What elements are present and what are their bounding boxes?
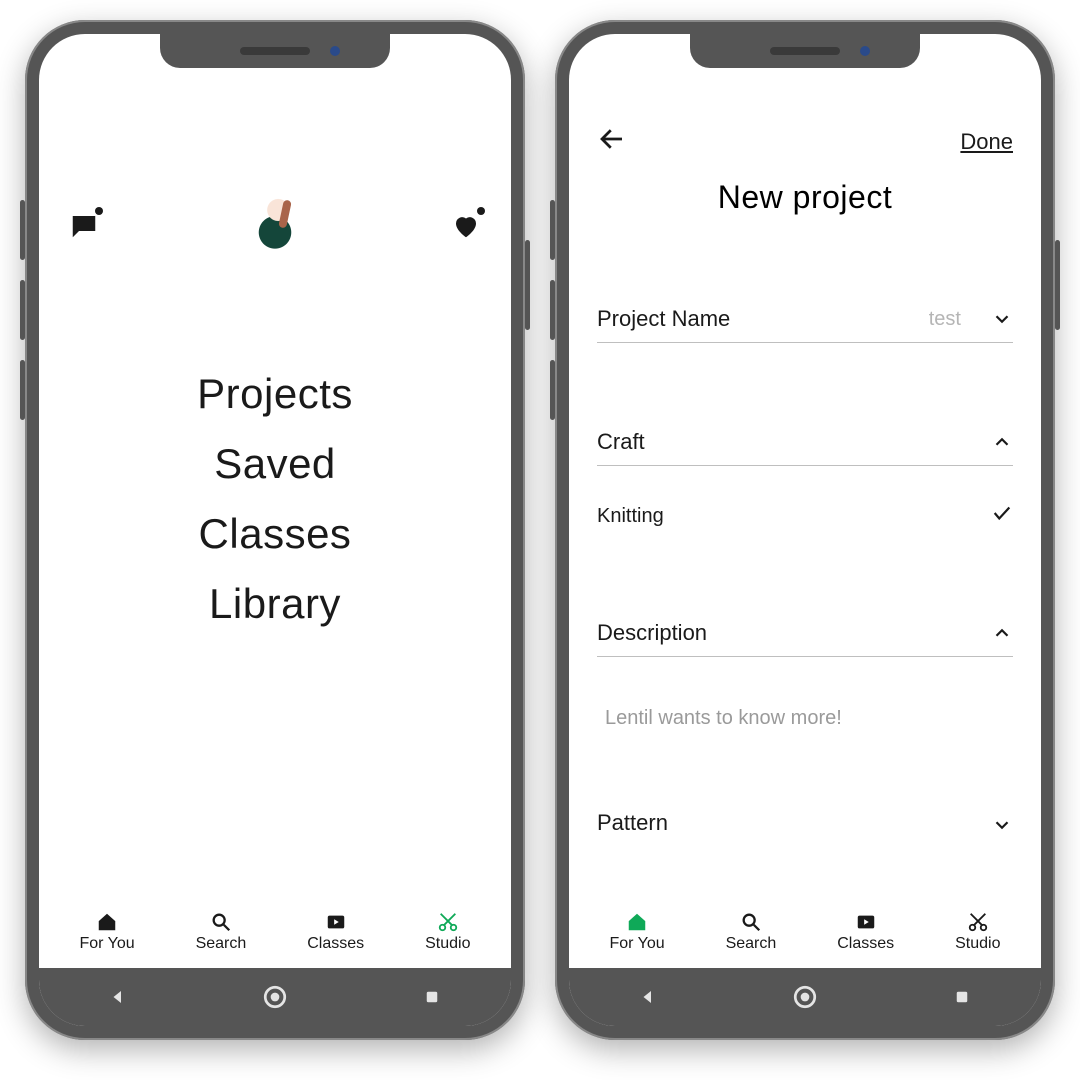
play-icon [854, 911, 878, 933]
search-icon [739, 911, 763, 933]
tab-classes[interactable]: Classes [307, 911, 364, 953]
arrow-left-icon [597, 124, 627, 154]
tab-label: For You [79, 935, 134, 953]
field-pattern[interactable]: Pattern [597, 810, 1013, 836]
chevron-down-icon[interactable] [991, 308, 1013, 330]
search-icon [209, 911, 233, 933]
tab-label: Search [196, 935, 247, 953]
menu-item-saved[interactable]: Saved [67, 440, 483, 488]
field-description[interactable]: Description [597, 620, 1013, 657]
menu-item-classes[interactable]: Classes [67, 510, 483, 558]
studio-menu: Projects Saved Classes Library [67, 348, 483, 650]
android-back-button[interactable] [635, 984, 661, 1010]
field-label: Description [597, 620, 707, 646]
device-notch [160, 34, 390, 68]
tab-studio[interactable]: Studio [955, 911, 1000, 953]
field-label: Project Name [597, 306, 730, 332]
tab-label: Classes [307, 935, 364, 953]
device-notch [690, 34, 920, 68]
check-icon [991, 502, 1013, 530]
field-project-name[interactable]: Project Name test [597, 306, 1013, 343]
tab-for-you[interactable]: For You [79, 911, 134, 953]
tab-bar: For You Search Classes Studio [39, 898, 511, 968]
menu-item-library[interactable]: Library [67, 580, 483, 628]
phone-frame-left: Projects Saved Classes Library For You S… [25, 20, 525, 1040]
back-button[interactable] [597, 124, 627, 159]
field-value: test [929, 308, 961, 331]
option-label: Knitting [597, 505, 664, 528]
tab-label: Classes [837, 935, 894, 953]
tab-search[interactable]: Search [196, 911, 247, 953]
chevron-down-icon[interactable] [991, 814, 1013, 836]
favorites-icon[interactable] [449, 209, 483, 243]
chevron-up-icon[interactable] [991, 431, 1013, 453]
tab-classes[interactable]: Classes [837, 911, 894, 953]
tab-bar: For You Search Classes Studio [569, 898, 1041, 968]
tab-label: Search [726, 935, 777, 953]
android-home-button[interactable] [262, 984, 288, 1010]
tab-search[interactable]: Search [726, 911, 777, 953]
tab-label: Studio [955, 935, 1000, 953]
field-label: Craft [597, 429, 645, 455]
android-recent-button[interactable] [419, 984, 445, 1010]
android-home-button[interactable] [792, 984, 818, 1010]
avatar[interactable] [243, 194, 307, 258]
page-title: New project [597, 179, 1013, 216]
craft-option-knitting[interactable]: Knitting [597, 502, 1013, 530]
scissors-icon [436, 911, 460, 933]
tab-studio[interactable]: Studio [425, 911, 470, 953]
done-button[interactable]: Done [960, 129, 1013, 155]
screen-new-project: Done New project Project Name test [569, 34, 1041, 1026]
description-placeholder[interactable]: Lentil wants to know more! [605, 707, 1013, 730]
notification-dot [477, 207, 485, 215]
scissors-icon [966, 911, 990, 933]
play-icon [324, 911, 348, 933]
android-back-button[interactable] [105, 984, 131, 1010]
tab-label: For You [609, 935, 664, 953]
android-nav-bar [569, 968, 1041, 1026]
tab-for-you[interactable]: For You [609, 911, 664, 953]
messages-icon[interactable] [67, 209, 101, 243]
android-nav-bar [39, 968, 511, 1026]
field-label: Pattern [597, 810, 668, 836]
chevron-up-icon[interactable] [991, 622, 1013, 644]
android-recent-button[interactable] [949, 984, 975, 1010]
home-icon [625, 911, 649, 933]
field-craft[interactable]: Craft [597, 429, 1013, 466]
notification-dot [95, 207, 103, 215]
home-icon [95, 911, 119, 933]
tab-label: Studio [425, 935, 470, 953]
screen-studio-home: Projects Saved Classes Library For You S… [39, 34, 511, 1026]
menu-item-projects[interactable]: Projects [67, 370, 483, 418]
phone-frame-right: Done New project Project Name test [555, 20, 1055, 1040]
